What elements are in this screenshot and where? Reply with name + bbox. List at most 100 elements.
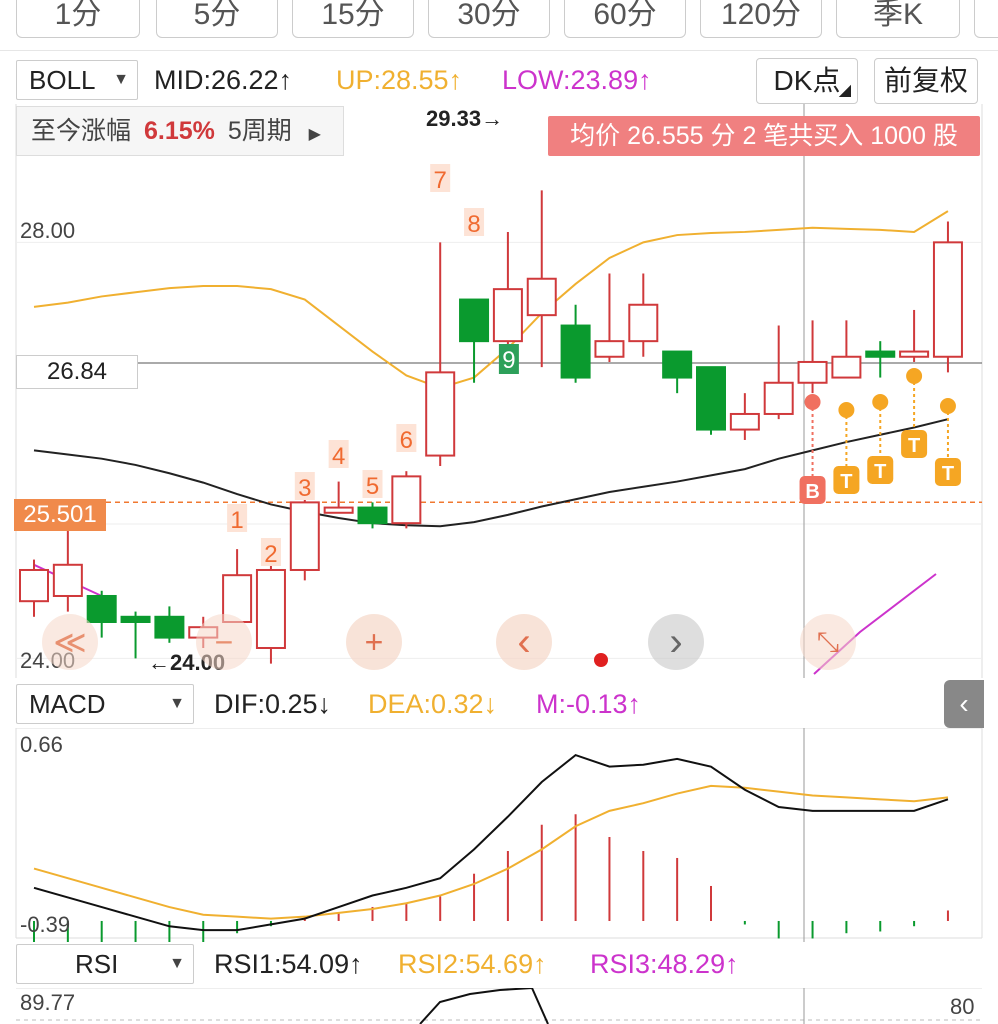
current-dot-icon xyxy=(594,653,608,667)
macd-dif-line xyxy=(33,753,949,932)
candle-body xyxy=(52,563,83,597)
divider xyxy=(0,50,998,51)
take-profit-signal: T xyxy=(840,471,852,493)
macd-header: MACD ▼ DIF:0.25↓ DEA:0.32↓ M:-0.13↑ xyxy=(0,684,998,728)
candle-body xyxy=(289,501,320,571)
dashed-price-label: 25.501 xyxy=(14,499,106,531)
next-button[interactable]: › xyxy=(648,614,704,670)
seq-number-8: 8 xyxy=(467,211,480,238)
candle-body xyxy=(425,371,456,457)
macd-dif-value: DIF:0.25↓ xyxy=(214,689,332,719)
expand-icon[interactable]: ⤡ xyxy=(800,614,856,670)
rsi-selector-label: RSI xyxy=(75,949,119,979)
gain-percent: 6.15% xyxy=(143,117,215,145)
candle-body xyxy=(357,506,388,525)
candle-body xyxy=(628,303,659,343)
seq-number-5: 5 xyxy=(366,473,379,500)
macd-selector-label: MACD xyxy=(29,689,106,719)
chevron-down-icon: ▼ xyxy=(113,71,129,88)
collapse-panel-button[interactable]: ‹ xyxy=(944,680,984,728)
macd-m-value: M:-0.13↑ xyxy=(536,689,642,719)
candle-body xyxy=(391,475,422,525)
boll-low-value: LOW:23.89↑ xyxy=(502,65,652,95)
chevron-right-icon: ▶ xyxy=(308,126,321,143)
seq-number-6: 6 xyxy=(400,427,413,454)
high-price-marker: 29.33→ xyxy=(426,106,504,131)
rsi-header: RSI ▼ RSI1:54.09↑ RSI2:54.69↑ RSI3:48.29… xyxy=(0,944,998,988)
forward-adjust-button[interactable]: 前复权 xyxy=(874,58,978,104)
candlestick-chart[interactable]: 123456789B T TTT xyxy=(0,104,998,678)
tab-30min[interactable]: 30分 xyxy=(428,0,550,38)
candle-body xyxy=(120,615,151,623)
period-tabs: 1分 5分 15分 30分 60分 120分 季K xyxy=(0,0,998,52)
tab-120min[interactable]: 120分 xyxy=(700,0,822,38)
candle-body xyxy=(865,350,896,358)
rsi2-value: RSI2:54.69↑ xyxy=(398,949,547,979)
candle-body xyxy=(459,298,490,343)
seq-number-4: 4 xyxy=(332,443,345,470)
tab-more-partial[interactable] xyxy=(974,0,998,38)
tab-quarter-k[interactable]: 季K xyxy=(836,0,960,38)
zoom-out-button[interactable]: − xyxy=(196,614,252,670)
average-price-banner: 均价 26.555 分 2 笔共买入 1000 股 xyxy=(548,116,980,156)
candle-body xyxy=(662,350,693,379)
candle-body xyxy=(526,277,557,317)
boll-mid-line xyxy=(33,418,949,528)
gain-label: 至今涨幅 xyxy=(31,117,132,145)
gain-period: 5周期 xyxy=(227,117,292,145)
candle-body xyxy=(19,568,49,603)
tab-15min[interactable]: 15分 xyxy=(292,0,414,38)
tab-60min[interactable]: 60分 xyxy=(564,0,686,38)
candle-body xyxy=(932,241,963,358)
candle-body xyxy=(154,615,185,639)
boll-selector[interactable]: BOLL ▼ xyxy=(16,60,138,100)
candle-body xyxy=(696,366,726,431)
crosshair-price-label: 26.84 xyxy=(16,355,138,389)
rewind-button[interactable]: ≪ xyxy=(42,614,98,670)
rsi-selector[interactable]: RSI ▼ xyxy=(16,944,194,984)
rsi-top-label: 89.77 xyxy=(20,990,76,1015)
dk-point-button[interactable]: DK点 ◢ xyxy=(756,58,858,104)
rsi3-value: RSI3:48.29↑ xyxy=(590,949,739,979)
candle-body xyxy=(899,350,930,358)
macd-chart[interactable] xyxy=(0,728,998,942)
green-nine-label: 9 xyxy=(502,347,515,374)
zoom-in-button[interactable]: + xyxy=(346,614,402,670)
rsi-right-label: 80 xyxy=(950,994,975,1019)
prev-button[interactable]: ‹ xyxy=(496,614,552,670)
rsi1-line xyxy=(419,988,549,1024)
candle-body xyxy=(797,360,828,384)
boll-selector-label: BOLL xyxy=(29,65,96,95)
take-profit-signal: T xyxy=(908,435,920,457)
seq-number-2: 2 xyxy=(264,541,277,568)
chevron-down-icon: ▼ xyxy=(169,695,185,712)
take-profit-signal: T xyxy=(874,461,886,483)
candle-body xyxy=(594,340,625,358)
gain-info-box[interactable]: 至今涨幅 6.15% 5周期 ▶ xyxy=(16,106,344,156)
rsi1-value: RSI1:54.09↑ xyxy=(214,949,363,979)
candle-body xyxy=(323,506,354,514)
candle-body xyxy=(831,355,862,379)
candle-body xyxy=(763,381,794,415)
tab-1min[interactable]: 1分 xyxy=(16,0,140,38)
candle-body xyxy=(86,594,117,623)
buy-signal: B xyxy=(805,481,819,503)
boll-up-value: UP:28.55↑ xyxy=(336,65,463,95)
rsi-chart[interactable] xyxy=(0,988,998,1024)
macd-top-label: 0.66 xyxy=(20,732,63,757)
take-profit-signal: T xyxy=(942,463,954,485)
macd-dea-line xyxy=(33,784,949,920)
macd-dea-value: DEA:0.32↓ xyxy=(368,689,498,719)
candle-body xyxy=(492,288,523,343)
tab-5min[interactable]: 5分 xyxy=(156,0,278,38)
seq-number-7: 7 xyxy=(434,167,447,194)
macd-selector[interactable]: MACD ▼ xyxy=(16,684,194,724)
boll-header: BOLL ▼ MID:26.22↑ UP:28.55↑ LOW:23.89↑ D… xyxy=(0,58,998,104)
boll-mid-value: MID:26.22↑ xyxy=(154,65,293,95)
candle-body xyxy=(560,324,591,379)
candle-body xyxy=(729,412,760,431)
macd-bottom-label: -0.39 xyxy=(20,912,71,937)
seq-number-3: 3 xyxy=(298,475,311,502)
seq-number-1: 1 xyxy=(230,507,243,534)
chevron-down-icon: ▼ xyxy=(169,955,185,972)
